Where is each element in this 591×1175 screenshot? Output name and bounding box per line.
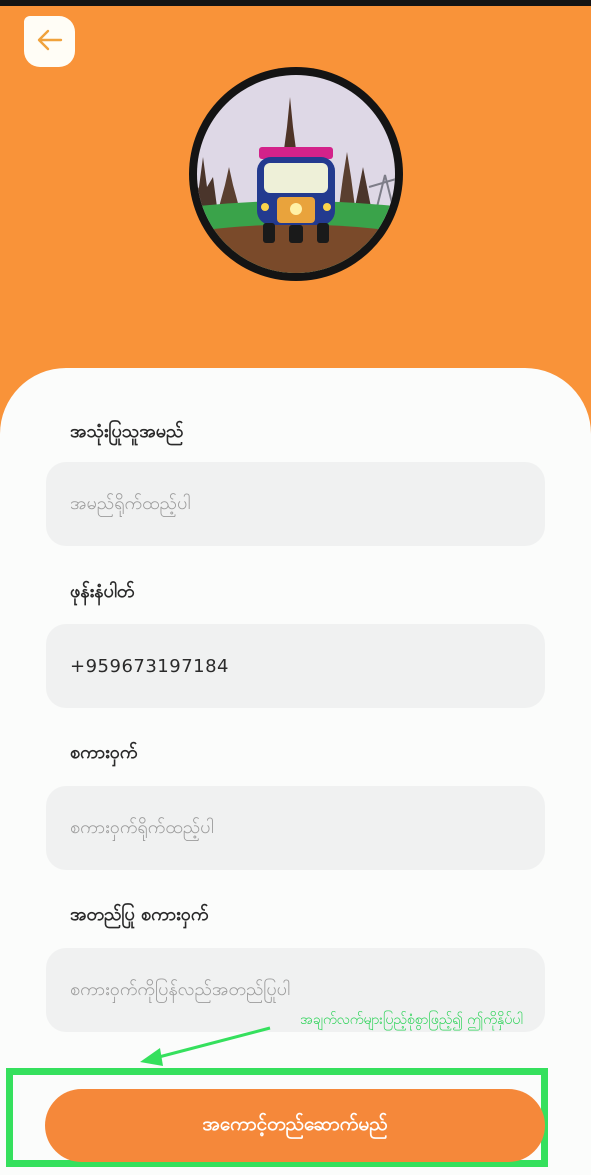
- password-input[interactable]: စကားဝှက်ရိုက်ထည့်ပါ: [46, 786, 545, 870]
- name-input[interactable]: အမည်ရိုက်ထည့်ပါ: [46, 462, 545, 546]
- phone-value: +959673197184: [70, 655, 230, 677]
- create-account-button[interactable]: အကောင့်တည်ဆောက်မည်: [45, 1089, 545, 1162]
- back-button[interactable]: [24, 16, 75, 67]
- password-label: စကားဝှက်: [70, 742, 138, 763]
- phone-input[interactable]: +959673197184: [46, 624, 545, 708]
- password-placeholder: စကားဝှက်ရိုက်ထည့်ပါ: [70, 816, 214, 838]
- annotation-text: အချက်လက်များပြည့်စုံစွာဖြည့်၍ ဤကိုနှိပ်ပ…: [300, 1012, 523, 1028]
- status-bar: [0, 0, 591, 6]
- name-label: အသုံးပြုသူအမည်: [70, 421, 184, 442]
- tuk-tuk-temple-logo-icon: [189, 67, 403, 281]
- confirm-password-label: အတည်ပြု စကားဝှက်: [70, 904, 209, 925]
- arrow-left-icon: [37, 29, 63, 55]
- confirm-password-placeholder: စကားဝှက်ကိုပြန်လည်အတည်ပြုပါ: [70, 978, 291, 1000]
- phone-label: ဖုန်းနံပါတ်: [70, 581, 135, 602]
- name-placeholder: အမည်ရိုက်ထည့်ပါ: [70, 492, 191, 514]
